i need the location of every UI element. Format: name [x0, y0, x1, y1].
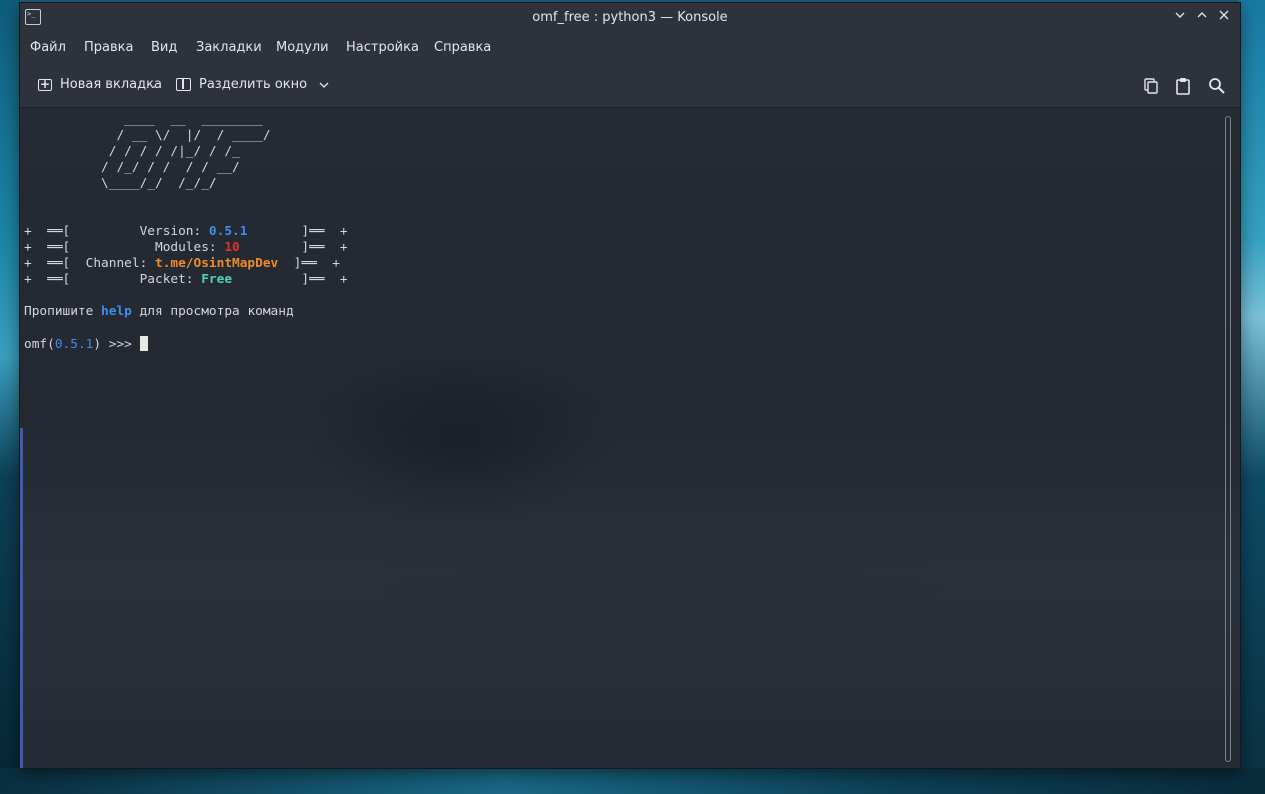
close-button[interactable]	[1214, 8, 1234, 28]
menu-help[interactable]: Справка	[434, 40, 491, 55]
toolbar: Новая вкладка ˅ Разделить окно	[20, 63, 1240, 108]
new-tab-label: Новая вкладка	[60, 77, 162, 92]
minimize-button[interactable]	[1170, 8, 1190, 28]
prompt-version: 0.5.1	[54, 337, 94, 352]
new-tab-icon	[38, 75, 52, 93]
vertical-scrollbar[interactable]	[1225, 116, 1231, 762]
menu-file[interactable]: Файл	[30, 40, 66, 55]
chevron-up-icon	[1197, 12, 1207, 18]
scroll-marker	[20, 428, 23, 768]
info-line-version: + ══[ Version: 0.5.1 ]══ +	[24, 224, 348, 239]
modules-value: 10	[224, 240, 240, 255]
info-line-modules: + ══[ Modules: 10 ]══ +	[24, 240, 348, 255]
banner-line: / __ \/ |/ / ____/	[24, 128, 271, 143]
title-bar[interactable]: >_ omf_free : python3 — Konsole	[20, 3, 1240, 33]
paste-icon[interactable]	[1173, 76, 1193, 96]
channel-value: t.me/OsintMapDev	[154, 256, 279, 271]
desktop-background-right	[1239, 0, 1265, 794]
banner-line: / /_/ / / / / __/	[24, 160, 240, 175]
split-view-label: Разделить окно	[199, 77, 308, 92]
menu-plugins[interactable]: Модули	[276, 40, 329, 55]
terminal-area[interactable]: ____ __ ________ / __ \/ |/ / ____/ / / …	[20, 108, 1240, 768]
menu-bar: Файл Правка Вид Закладки Модули Настройк…	[20, 33, 1240, 63]
new-tab-dropdown-icon[interactable]: ˅	[152, 82, 157, 100]
copy-icon[interactable]	[1140, 76, 1160, 96]
help-hint: Пропишите help для просмотра команд	[24, 304, 294, 319]
konsole-window: >_ omf_free : python3 — Konsole Файл Пра…	[20, 3, 1240, 768]
chevron-down-icon	[1175, 12, 1185, 18]
text-cursor	[139, 336, 148, 351]
split-view-button[interactable]: Разделить окно	[176, 76, 329, 96]
banner-line: ____ __ ________	[24, 112, 263, 127]
packet-value: Free	[201, 272, 233, 287]
close-icon	[1219, 10, 1229, 20]
terminal-output: ____ __ ________ / __ \/ |/ / ____/ / / …	[24, 112, 348, 353]
desktop-background-left	[0, 0, 20, 794]
new-tab-button[interactable]: Новая вкладка ˅	[38, 75, 162, 96]
window-title: omf_free : python3 — Konsole	[532, 10, 728, 25]
maximize-button[interactable]	[1192, 8, 1212, 28]
desktop-background-bottom	[0, 768, 1265, 794]
search-icon[interactable]	[1207, 76, 1227, 96]
banner-line: \____/_/ /_/_/	[24, 176, 217, 191]
menu-settings[interactable]: Настройка	[346, 40, 419, 55]
split-view-icon	[176, 78, 191, 91]
menu-edit[interactable]: Правка	[84, 40, 133, 55]
menu-bookmarks[interactable]: Закладки	[196, 40, 262, 55]
command-prompt[interactable]: omf(0.5.1) >>>	[24, 336, 148, 352]
info-line-channel: + ══[ Channel: t.me/OsintMapDev ]══ +	[24, 256, 340, 271]
info-line-packet: + ══[ Packet: Free ]══ +	[24, 272, 348, 287]
help-keyword: help	[101, 304, 132, 319]
chevron-down-icon[interactable]	[319, 80, 329, 90]
banner-line: / / / / /|_/ / /_	[24, 144, 240, 159]
menu-view[interactable]: Вид	[151, 40, 177, 55]
version-value: 0.5.1	[208, 224, 248, 239]
